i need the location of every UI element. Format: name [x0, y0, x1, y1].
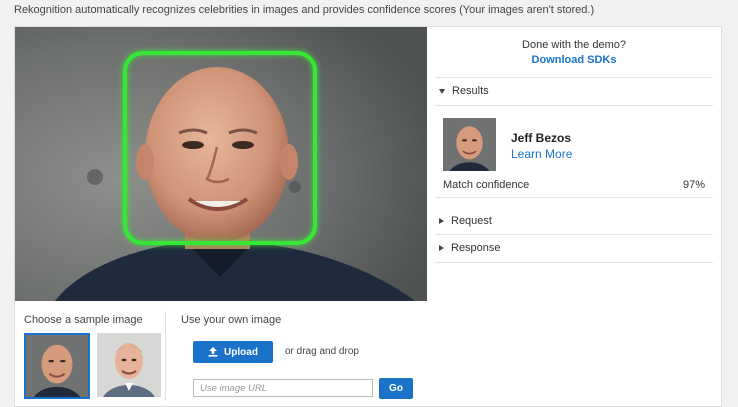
- request-section-label: Request: [451, 215, 492, 227]
- learn-more-link[interactable]: Learn More: [511, 147, 572, 161]
- done-demo-text: Done with the demo?: [522, 39, 626, 51]
- celebrity-photo: [15, 27, 427, 301]
- divider: [435, 197, 713, 198]
- sample-face-1: [26, 335, 88, 397]
- page-subtitle: Rekognition automatically recognizes cel…: [14, 4, 595, 16]
- image-url-input[interactable]: [193, 379, 373, 397]
- own-image-label: Use your own image: [181, 314, 282, 326]
- sample-images-label: Choose a sample image: [24, 314, 143, 326]
- upload-button-label: Upload: [224, 346, 258, 358]
- results-sidebar: Done with the demo? Download SDKs Result…: [427, 27, 721, 406]
- results-section-toggle[interactable]: Results: [439, 85, 489, 97]
- image-input-area: Choose a sample image Use your own image…: [15, 301, 428, 406]
- demo-panel: Choose a sample image Use your own image…: [14, 26, 722, 407]
- match-confidence-label: Match confidence: [443, 179, 530, 191]
- sample-face-2: [97, 333, 161, 397]
- divider: [435, 262, 713, 263]
- divider: [435, 77, 713, 78]
- go-button[interactable]: Go: [379, 378, 413, 399]
- divider: [435, 105, 713, 106]
- upload-button[interactable]: Upload: [193, 341, 273, 363]
- divider: [435, 234, 713, 235]
- celebrity-face: [443, 118, 496, 171]
- celebrity-thumbnail: [443, 118, 496, 171]
- match-confidence-value: 97%: [682, 179, 705, 191]
- upload-icon: [208, 347, 218, 357]
- analyzed-image: [15, 27, 427, 301]
- response-section-toggle[interactable]: Response: [439, 242, 501, 254]
- drag-drop-hint: or drag and drop: [285, 346, 359, 357]
- celebrity-name: Jeff Bezos: [511, 131, 572, 145]
- chevron-down-icon: [439, 88, 445, 94]
- sample-image-1[interactable]: [24, 333, 90, 399]
- response-section-label: Response: [451, 242, 501, 254]
- request-section-toggle[interactable]: Request: [439, 215, 492, 227]
- download-sdks-link[interactable]: Download SDKs: [427, 54, 721, 66]
- chevron-right-icon: [439, 245, 444, 251]
- chevron-right-icon: [439, 218, 444, 224]
- sample-image-2[interactable]: [97, 333, 161, 397]
- results-section-label: Results: [452, 85, 489, 97]
- input-divider: [165, 311, 166, 401]
